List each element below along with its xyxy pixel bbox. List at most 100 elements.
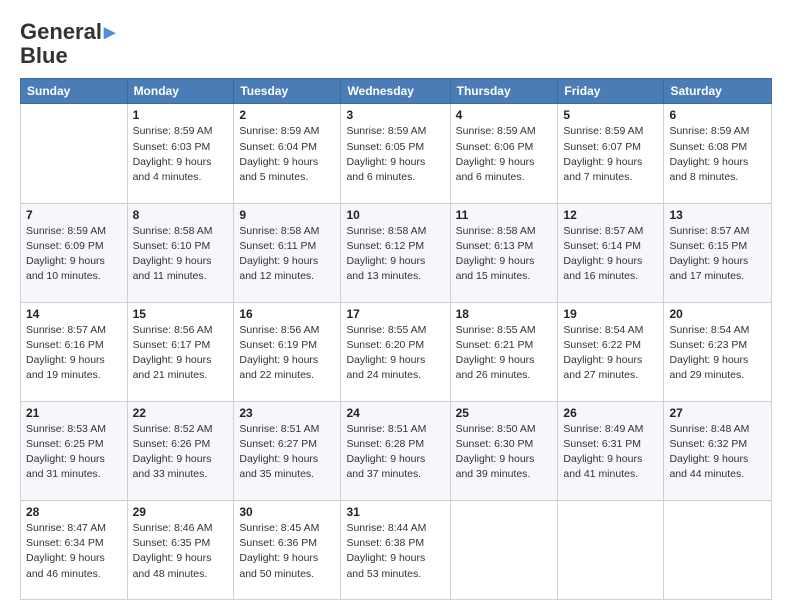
day-number: 24	[346, 406, 444, 420]
day-number: 4	[456, 108, 553, 122]
day-info: Sunrise: 8:58 AM Sunset: 6:13 PM Dayligh…	[456, 224, 553, 285]
calendar-cell: 13 Sunrise: 8:57 AM Sunset: 6:15 PM Dayli…	[664, 203, 772, 302]
day-number: 26	[563, 406, 658, 420]
week-row-4: 28 Sunrise: 8:47 AM Sunset: 6:34 PM Dayli…	[21, 500, 772, 599]
week-row-3: 21 Sunrise: 8:53 AM Sunset: 6:25 PM Dayli…	[21, 401, 772, 500]
day-info: Sunrise: 8:58 AM Sunset: 6:10 PM Dayligh…	[133, 224, 229, 285]
calendar-cell: 24 Sunrise: 8:51 AM Sunset: 6:28 PM Dayli…	[341, 401, 450, 500]
day-number: 30	[239, 505, 335, 519]
day-info: Sunrise: 8:54 AM Sunset: 6:22 PM Dayligh…	[563, 323, 658, 384]
day-number: 27	[669, 406, 766, 420]
calendar-cell: 17 Sunrise: 8:55 AM Sunset: 6:20 PM Dayli…	[341, 302, 450, 401]
calendar-cell: 4 Sunrise: 8:59 AM Sunset: 6:06 PM Daylig…	[450, 104, 558, 203]
day-info: Sunrise: 8:52 AM Sunset: 6:26 PM Dayligh…	[133, 422, 229, 483]
calendar-cell: 7 Sunrise: 8:59 AM Sunset: 6:09 PM Daylig…	[21, 203, 128, 302]
day-info: Sunrise: 8:56 AM Sunset: 6:17 PM Dayligh…	[133, 323, 229, 384]
day-number: 13	[669, 208, 766, 222]
calendar-cell: 18Sunrise: 8:55 AM Sunset: 6:21 PM Dayli…	[450, 302, 558, 401]
day-info: Sunrise: 8:51 AM Sunset: 6:27 PM Dayligh…	[239, 422, 335, 483]
day-info: Sunrise: 8:47 AM Sunset: 6:34 PM Dayligh…	[26, 521, 122, 582]
calendar-cell: 6 Sunrise: 8:59 AM Sunset: 6:08 PM Daylig…	[664, 104, 772, 203]
calendar-cell: 29 Sunrise: 8:46 AM Sunset: 6:35 PM Dayli…	[127, 500, 234, 599]
calendar-cell: 14Sunrise: 8:57 AM Sunset: 6:16 PM Dayli…	[21, 302, 128, 401]
day-number: 9	[239, 208, 335, 222]
day-info: Sunrise: 8:49 AM Sunset: 6:31 PM Dayligh…	[563, 422, 658, 483]
calendar-cell: 27 Sunrise: 8:48 AM Sunset: 6:32 PM Dayli…	[664, 401, 772, 500]
day-info: Sunrise: 8:44 AM Sunset: 6:38 PM Dayligh…	[346, 521, 444, 582]
week-row-0: 1 Sunrise: 8:59 AM Sunset: 6:03 PM Daylig…	[21, 104, 772, 203]
day-number: 31	[346, 505, 444, 519]
calendar-cell: 31 Sunrise: 8:44 AM Sunset: 6:38 PM Dayli…	[341, 500, 450, 599]
day-number: 22	[133, 406, 229, 420]
day-info: Sunrise: 8:59 AM Sunset: 6:03 PM Dayligh…	[133, 124, 229, 185]
day-number: 23	[239, 406, 335, 420]
day-info: Sunrise: 8:51 AM Sunset: 6:28 PM Dayligh…	[346, 422, 444, 483]
logo-blue: Blue	[20, 43, 68, 68]
header: General▸ Blue	[20, 16, 772, 68]
weekday-header-thursday: Thursday	[450, 79, 558, 104]
calendar-cell: 22 Sunrise: 8:52 AM Sunset: 6:26 PM Dayli…	[127, 401, 234, 500]
day-info: Sunrise: 8:59 AM Sunset: 6:04 PM Dayligh…	[239, 124, 335, 185]
weekday-header-wednesday: Wednesday	[341, 79, 450, 104]
day-info: Sunrise: 8:53 AM Sunset: 6:25 PM Dayligh…	[26, 422, 122, 483]
day-number: 17	[346, 307, 444, 321]
day-info: Sunrise: 8:57 AM Sunset: 6:16 PM Dayligh…	[26, 323, 122, 384]
day-info: Sunrise: 8:59 AM Sunset: 6:08 PM Dayligh…	[669, 124, 766, 185]
day-info: Sunrise: 8:57 AM Sunset: 6:15 PM Dayligh…	[669, 224, 766, 285]
logo: General▸ Blue	[20, 20, 115, 68]
page-container: General▸ Blue SundayMondayTuesdayWednesd…	[0, 0, 792, 612]
calendar-cell: 20Sunrise: 8:54 AM Sunset: 6:23 PM Dayli…	[664, 302, 772, 401]
day-number: 5	[563, 108, 658, 122]
day-number: 2	[239, 108, 335, 122]
day-number: 15	[133, 307, 229, 321]
day-number: 21	[26, 406, 122, 420]
day-info: Sunrise: 8:59 AM Sunset: 6:06 PM Dayligh…	[456, 124, 553, 185]
weekday-header-monday: Monday	[127, 79, 234, 104]
day-info: Sunrise: 8:46 AM Sunset: 6:35 PM Dayligh…	[133, 521, 229, 582]
weekday-header-row: SundayMondayTuesdayWednesdayThursdayFrid…	[21, 79, 772, 104]
calendar-table: SundayMondayTuesdayWednesdayThursdayFrid…	[20, 78, 772, 600]
day-info: Sunrise: 8:58 AM Sunset: 6:11 PM Dayligh…	[239, 224, 335, 285]
day-info: Sunrise: 8:54 AM Sunset: 6:23 PM Dayligh…	[669, 323, 766, 384]
day-info: Sunrise: 8:59 AM Sunset: 6:05 PM Dayligh…	[346, 124, 444, 185]
calendar-cell: 23 Sunrise: 8:51 AM Sunset: 6:27 PM Dayli…	[234, 401, 341, 500]
day-number: 1	[133, 108, 229, 122]
day-info: Sunrise: 8:48 AM Sunset: 6:32 PM Dayligh…	[669, 422, 766, 483]
calendar-cell: 9 Sunrise: 8:58 AM Sunset: 6:11 PM Daylig…	[234, 203, 341, 302]
day-number: 29	[133, 505, 229, 519]
calendar-cell: 8Sunrise: 8:58 AM Sunset: 6:10 PM Daylig…	[127, 203, 234, 302]
calendar-cell: 28 Sunrise: 8:47 AM Sunset: 6:34 PM Dayli…	[21, 500, 128, 599]
day-info: Sunrise: 8:59 AM Sunset: 6:09 PM Dayligh…	[26, 224, 122, 285]
calendar-cell: 19 Sunrise: 8:54 AM Sunset: 6:22 PM Dayli…	[558, 302, 664, 401]
logo-text: General▸	[20, 20, 115, 44]
calendar-cell: 2 Sunrise: 8:59 AM Sunset: 6:04 PM Daylig…	[234, 104, 341, 203]
day-number: 25	[456, 406, 553, 420]
weekday-header-friday: Friday	[558, 79, 664, 104]
day-number: 28	[26, 505, 122, 519]
day-number: 6	[669, 108, 766, 122]
calendar-cell: 16 Sunrise: 8:56 AM Sunset: 6:19 PM Dayli…	[234, 302, 341, 401]
calendar-cell	[558, 500, 664, 599]
day-info: Sunrise: 8:45 AM Sunset: 6:36 PM Dayligh…	[239, 521, 335, 582]
weekday-header-tuesday: Tuesday	[234, 79, 341, 104]
day-info: Sunrise: 8:55 AM Sunset: 6:21 PM Dayligh…	[456, 323, 553, 384]
week-row-2: 14Sunrise: 8:57 AM Sunset: 6:16 PM Dayli…	[21, 302, 772, 401]
logo-general-word: General	[20, 19, 102, 44]
day-number: 19	[563, 307, 658, 321]
calendar-cell: 11 Sunrise: 8:58 AM Sunset: 6:13 PM Dayli…	[450, 203, 558, 302]
calendar-cell: 5Sunrise: 8:59 AM Sunset: 6:07 PM Daylig…	[558, 104, 664, 203]
weekday-header-sunday: Sunday	[21, 79, 128, 104]
day-number: 16	[239, 307, 335, 321]
calendar-cell: 10Sunrise: 8:58 AM Sunset: 6:12 PM Dayli…	[341, 203, 450, 302]
day-info: Sunrise: 8:56 AM Sunset: 6:19 PM Dayligh…	[239, 323, 335, 384]
day-number: 12	[563, 208, 658, 222]
week-row-1: 7 Sunrise: 8:59 AM Sunset: 6:09 PM Daylig…	[21, 203, 772, 302]
calendar-cell: 26 Sunrise: 8:49 AM Sunset: 6:31 PM Dayli…	[558, 401, 664, 500]
day-number: 10	[346, 208, 444, 222]
day-number: 11	[456, 208, 553, 222]
day-number: 7	[26, 208, 122, 222]
calendar-cell: 12Sunrise: 8:57 AM Sunset: 6:14 PM Dayli…	[558, 203, 664, 302]
calendar-cell: 3 Sunrise: 8:59 AM Sunset: 6:05 PM Daylig…	[341, 104, 450, 203]
day-info: Sunrise: 8:55 AM Sunset: 6:20 PM Dayligh…	[346, 323, 444, 384]
day-number: 3	[346, 108, 444, 122]
